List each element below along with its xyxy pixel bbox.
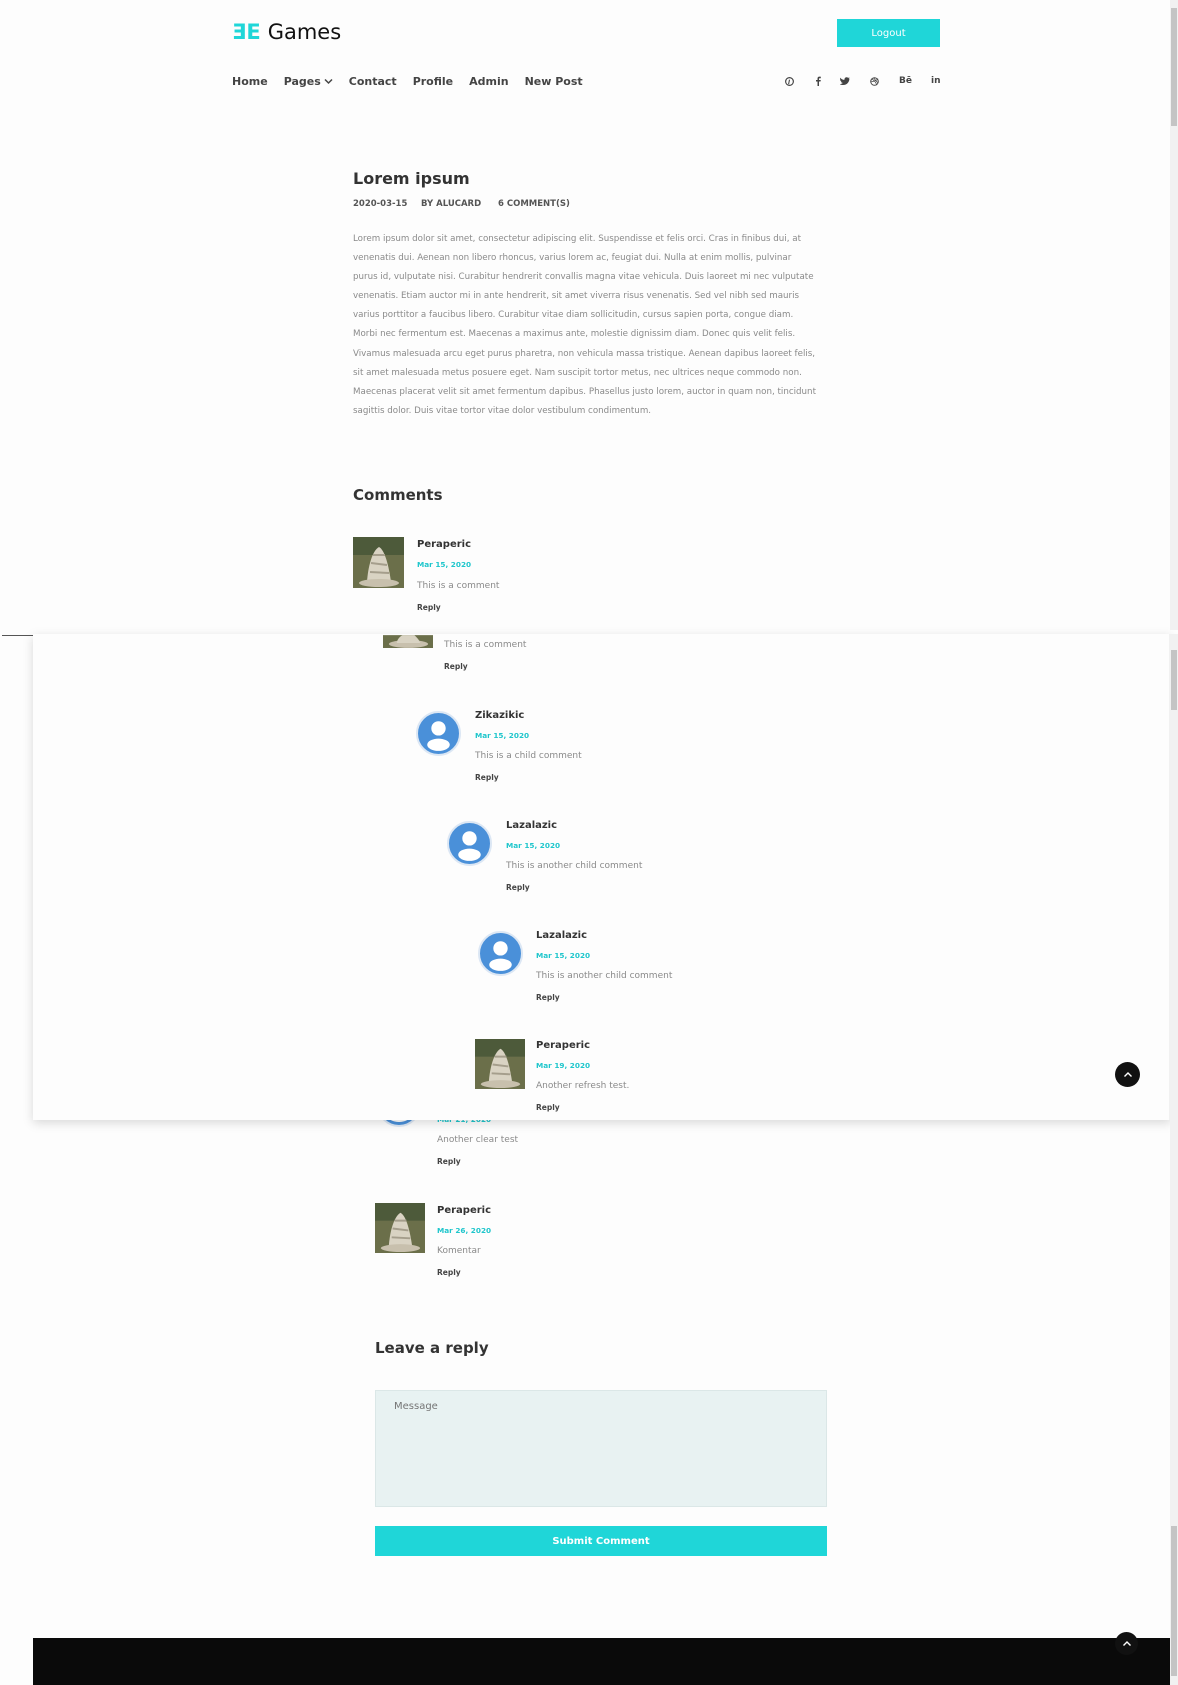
comment-date: Mar 15, 2020 xyxy=(536,951,591,960)
avatar xyxy=(353,537,404,588)
post-date: 2020-03-15 xyxy=(353,199,408,209)
reply-link[interactable]: Reply xyxy=(536,1103,560,1112)
avatar xyxy=(375,1203,425,1253)
comment-text: This is another child comment xyxy=(536,971,673,981)
comment-date: Mar 26, 2020 xyxy=(437,1226,492,1235)
nav-pages[interactable]: Pages xyxy=(284,75,333,88)
reply-link[interactable]: Reply xyxy=(417,603,441,612)
footer xyxy=(33,1638,1171,1685)
post-comment-count[interactable]: 6 COMMENT(S) xyxy=(498,199,570,209)
comment-text: This is a comment xyxy=(417,581,500,591)
reply-link[interactable]: Reply xyxy=(475,773,499,782)
comment-text: This is a comment xyxy=(444,640,527,650)
comment-author: Peraperic xyxy=(536,1040,591,1051)
reply-link[interactable]: Reply xyxy=(437,1268,461,1277)
pinterest-icon[interactable] xyxy=(785,77,794,89)
nav-admin[interactable]: Admin xyxy=(469,75,508,88)
comment-date: Mar 15, 2020 xyxy=(417,560,472,569)
nav-pages-label: Pages xyxy=(283,75,321,88)
comment-author: Peraperic xyxy=(417,539,472,550)
chevron-up-icon xyxy=(1122,1641,1131,1646)
nav-home[interactable]: Home xyxy=(232,75,268,88)
page-scrollbar-middle[interactable] xyxy=(1170,634,1178,1120)
reply-link[interactable]: Reply xyxy=(506,883,530,892)
avatar xyxy=(475,1039,525,1089)
comment-author: Lazalazic xyxy=(536,930,588,941)
main-nav: Home Pages Contact Profile Admin New Pos… xyxy=(232,75,599,88)
behance-icon[interactable]: Bē xyxy=(899,76,912,86)
twitter-icon[interactable] xyxy=(839,77,850,89)
scrolled-comments-panel: This is a comment Reply Zikazikic Mar 15… xyxy=(33,634,1171,1120)
submit-comment-button[interactable]: Submit Comment xyxy=(375,1526,827,1556)
logo-text: Games xyxy=(267,20,342,44)
reply-link[interactable]: Reply xyxy=(444,662,468,671)
comment-date: Mar 15, 2020 xyxy=(506,841,561,850)
reply-link[interactable]: Reply xyxy=(437,1157,461,1166)
nav-profile[interactable]: Profile xyxy=(413,75,453,88)
comment-date: Mar 15, 2020 xyxy=(475,731,530,740)
avatar xyxy=(416,711,461,756)
facebook-icon[interactable] xyxy=(815,76,821,89)
comment-date: Mar 19, 2020 xyxy=(536,1061,591,1070)
comment-text: This is another child comment xyxy=(506,861,643,871)
chevron-up-icon xyxy=(1123,1072,1132,1077)
scrollbar-thumb[interactable] xyxy=(1171,1526,1177,1676)
comment-text: Komentar xyxy=(437,1246,481,1256)
message-input[interactable] xyxy=(375,1390,827,1507)
post-title: Lorem ipsum xyxy=(353,169,470,188)
comment-text: This is a child comment xyxy=(475,751,582,761)
comment-author: Zikazikic xyxy=(475,710,525,721)
avatar xyxy=(383,634,433,648)
comment-text: Another clear test xyxy=(437,1135,519,1145)
logo-mark: ƎE xyxy=(232,20,261,44)
reply-link[interactable]: Reply xyxy=(536,993,560,1002)
dribbble-icon[interactable] xyxy=(870,77,879,89)
comments-title: Comments xyxy=(353,486,443,504)
avatar xyxy=(478,931,523,976)
post-author[interactable]: BY ALUCARD xyxy=(421,199,481,209)
avatar xyxy=(447,821,492,866)
scroll-to-top-button[interactable] xyxy=(1115,1632,1138,1655)
scrollbar-thumb[interactable] xyxy=(1171,650,1177,710)
nav-contact[interactable]: Contact xyxy=(349,75,397,88)
reply-form-title: Leave a reply xyxy=(375,1339,489,1357)
post-body: Lorem ipsum dolor sit amet, consectetur … xyxy=(353,234,816,416)
logout-button[interactable]: Logout xyxy=(837,19,940,47)
linkedin-icon[interactable]: in xyxy=(931,76,941,86)
comment-text: Another refresh test. xyxy=(536,1081,630,1091)
nav-new-post[interactable]: New Post xyxy=(525,75,583,88)
page-scrollbar-top[interactable] xyxy=(1170,0,1178,630)
site-logo[interactable]: ƎE Games xyxy=(232,20,341,44)
comment-author: Peraperic xyxy=(437,1205,492,1216)
scrollbar-thumb[interactable] xyxy=(1171,8,1177,126)
comment-author: Lazalazic xyxy=(506,820,558,831)
scroll-to-top-button[interactable] xyxy=(1115,1062,1140,1087)
page-scrollbar-bottom[interactable] xyxy=(1170,1120,1178,1685)
chevron-down-icon xyxy=(324,78,333,85)
